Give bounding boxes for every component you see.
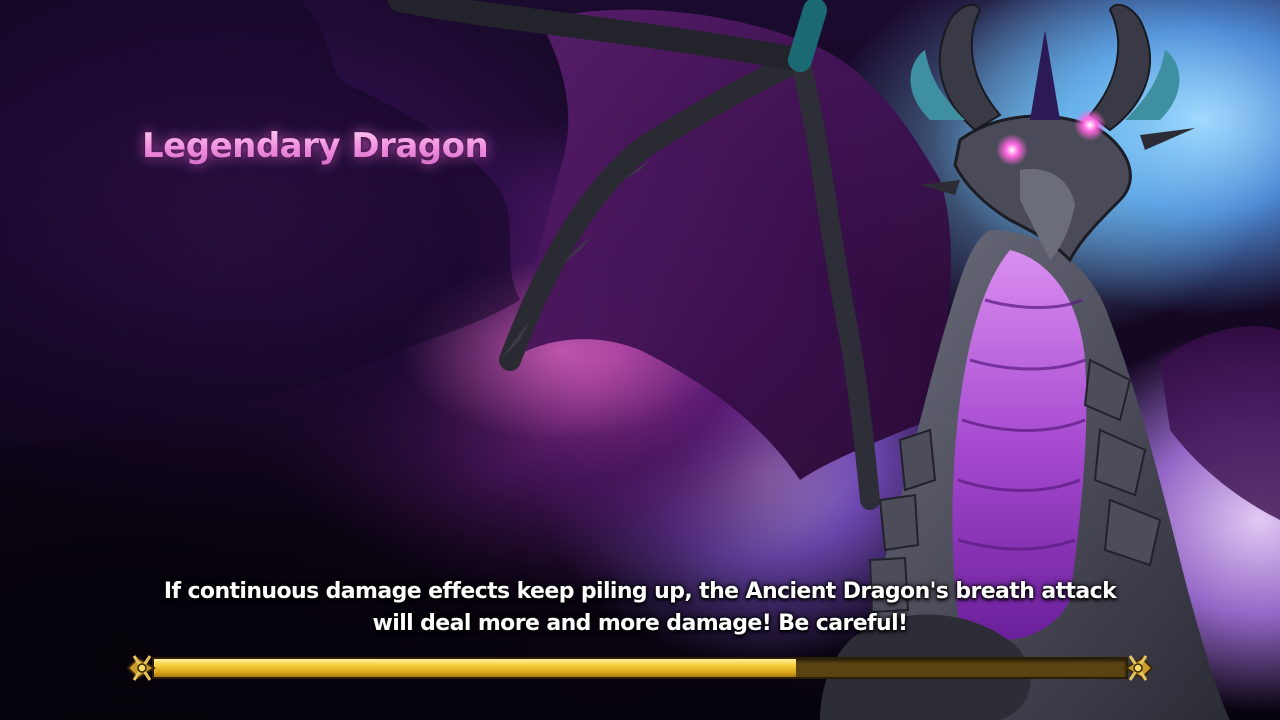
dragon-title: Legendary Dragon: [142, 126, 489, 166]
crossed-ornament-icon: [1124, 655, 1154, 681]
loading-tip-line-2: will deal more and more damage! Be caref…: [372, 611, 909, 636]
loading-tip-line-1: If continuous damage effects keep piling…: [163, 579, 1117, 604]
progress-track: [152, 657, 1128, 679]
progress-fill: [154, 659, 796, 677]
crossed-ornament-icon: [126, 655, 156, 681]
loading-screen: Legendary Dragon If continuous damage ef…: [0, 0, 1280, 720]
loading-progress-bar: [124, 652, 1156, 684]
loading-tip: If continuous damage effects keep piling…: [140, 576, 1140, 640]
